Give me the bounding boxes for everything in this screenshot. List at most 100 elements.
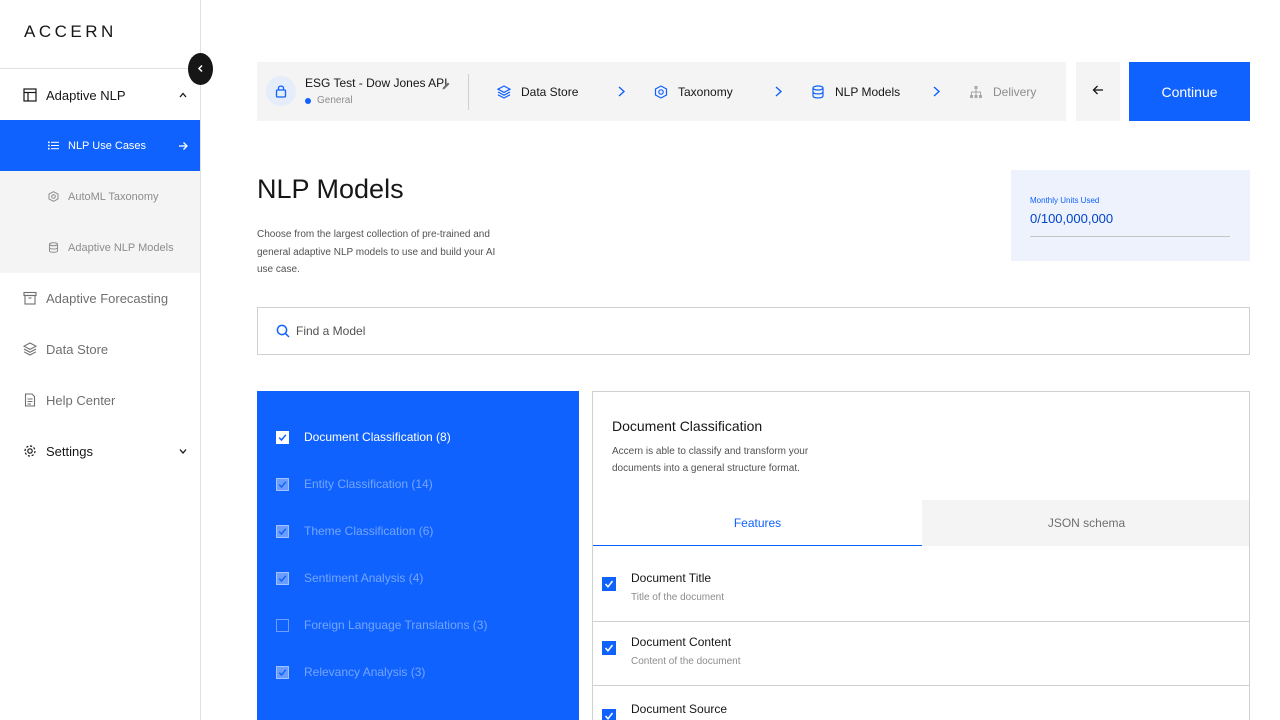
search-input[interactable] — [296, 308, 1196, 354]
back-button[interactable] — [1076, 62, 1120, 121]
hierarchy-icon — [969, 85, 983, 99]
model-item-label: Theme Classification (6) — [304, 524, 434, 538]
divider — [0, 68, 200, 69]
chevron-right-icon — [775, 86, 783, 97]
layers-icon — [23, 342, 37, 356]
sidebar-item-help-center[interactable]: Help Center — [0, 375, 200, 425]
tab-json-schema[interactable]: JSON schema — [922, 500, 1249, 546]
step-nlp-models[interactable]: NLP Models — [811, 62, 900, 121]
checkbox[interactable] — [276, 477, 289, 491]
model-category-list: Document Classification (8) Entity Class… — [257, 391, 579, 720]
sidebar-item-adaptive-nlp[interactable]: Adaptive NLP — [0, 70, 200, 120]
detail-title: Document Classification — [612, 418, 763, 434]
sidebar-item-label: Help Center — [46, 392, 116, 408]
document-icon — [23, 393, 37, 407]
model-item-label: Relevancy Analysis (3) — [304, 665, 426, 679]
step-label: Delivery — [993, 84, 1037, 99]
step-delivery[interactable]: Delivery — [969, 62, 1036, 121]
page-title: NLP Models — [257, 174, 404, 204]
feature-row: Document Source — [593, 686, 1249, 720]
sidebar-subnav: NLP Use Cases AutoML Taxonomy Adaptive N… — [0, 120, 200, 273]
continue-button[interactable]: Continue — [1129, 62, 1250, 121]
chevron-right-icon — [618, 86, 626, 97]
sidebar-subitem-label: Adaptive NLP Models — [68, 241, 174, 254]
lock-icon — [266, 76, 296, 106]
divider — [468, 74, 469, 110]
status-dot — [305, 97, 311, 104]
detail-tabs: Features JSON schema — [593, 500, 1249, 546]
sidebar-subitem-label: AutoML Taxonomy — [68, 190, 159, 203]
feature-name: Document Title — [631, 571, 712, 585]
project-tag-label: General — [317, 95, 353, 106]
sidebar-item-settings[interactable]: Settings — [0, 426, 200, 476]
project-tag: General — [305, 95, 353, 106]
list-icon — [48, 140, 59, 151]
feature-description: Content of the document — [631, 656, 741, 667]
model-item-label: Document Classification (8) — [304, 430, 451, 444]
model-item-relevancy-analysis[interactable]: Relevancy Analysis (3) — [257, 652, 579, 692]
sidebar-item-adaptive-forecasting[interactable]: Adaptive Forecasting — [0, 273, 200, 323]
step-label: Data Store — [521, 84, 579, 99]
chevron-right-icon — [933, 86, 941, 97]
sidebar-item-label: Adaptive NLP — [46, 87, 126, 103]
feature-name: Document Content — [631, 635, 732, 649]
arrow-right-icon — [178, 141, 188, 151]
page-description: Choose from the largest collection of pr… — [257, 229, 496, 275]
sidebar-item-label: Data Store — [46, 341, 109, 357]
project-progress-bar: ESG Test - Dow Jones API General Data St… — [257, 62, 1066, 121]
model-item-sentiment-analysis[interactable]: Sentiment Analysis (4) — [257, 558, 579, 598]
model-item-document-classification[interactable]: Document Classification (8) — [257, 417, 579, 457]
checkbox[interactable] — [276, 665, 289, 679]
checkbox[interactable] — [276, 618, 289, 632]
sidebar-subitem-adaptive-nlp-models[interactable]: Adaptive NLP Models — [0, 222, 200, 273]
hexagon-icon — [48, 191, 59, 202]
layers-icon — [497, 84, 511, 99]
search-icon — [276, 324, 290, 338]
step-taxonomy[interactable]: Taxonomy — [654, 62, 733, 121]
sidebar-item-data-store[interactable]: Data Store — [0, 324, 200, 374]
sidebar-item-label: Settings — [46, 443, 93, 459]
step-data-store[interactable]: Data Store — [497, 62, 578, 121]
model-item-label: Sentiment Analysis (4) — [304, 571, 424, 585]
sidebar-item-label: Adaptive Forecasting — [46, 290, 169, 306]
feature-row: Document Title Title of the document — [593, 558, 1249, 622]
sidebar-subitem-label: NLP Use Cases — [68, 139, 147, 152]
pencil-icon[interactable] — [441, 78, 451, 90]
accern-logo[interactable]: ACCERN — [24, 22, 117, 42]
model-item-theme-classification[interactable]: Theme Classification (6) — [257, 511, 579, 551]
checkbox[interactable] — [276, 430, 289, 444]
collapse-sidebar-button[interactable] — [188, 53, 213, 85]
chevron-up-icon — [178, 90, 188, 100]
detail-description: Accern is able to classify and transform… — [612, 446, 809, 474]
sidebar-subitem-automl-taxonomy[interactable]: AutoML Taxonomy — [0, 171, 200, 222]
monthly-units-card: Monthly Units Used 0/100,000,000 — [1011, 170, 1250, 261]
checkbox[interactable] — [276, 524, 289, 538]
chevron-down-icon — [178, 446, 188, 456]
model-item-label: Entity Classification (14) — [304, 477, 433, 491]
feature-row: Document Content Content of the document — [593, 622, 1249, 686]
feature-name: Document Source — [631, 702, 728, 716]
database-icon — [811, 84, 825, 99]
checkbox[interactable] — [602, 577, 616, 591]
checkbox[interactable] — [602, 709, 616, 720]
archive-icon — [23, 291, 37, 305]
model-item-foreign-language-translations[interactable]: Foreign Language Translations (3) — [257, 605, 579, 645]
tab-features[interactable]: Features — [593, 500, 922, 546]
chevron-left-icon — [196, 60, 205, 78]
sidebar-subitem-nlp-use-cases[interactable]: NLP Use Cases — [0, 120, 200, 171]
step-label: NLP Models — [835, 84, 901, 99]
divider — [1030, 236, 1230, 237]
checkbox[interactable] — [602, 641, 616, 655]
model-item-entity-classification[interactable]: Entity Classification (14) — [257, 464, 579, 504]
checkbox[interactable] — [276, 571, 289, 585]
units-label: Monthly Units Used — [1030, 196, 1100, 205]
model-item-label: Foreign Language Translations (3) — [304, 618, 488, 632]
step-label: Taxonomy — [678, 84, 733, 99]
sidebar: ACCERN Adaptive NLP NLP Use Cases AutoML… — [0, 0, 201, 720]
search-box — [257, 307, 1250, 355]
model-detail-panel: Document Classification Accern is able t… — [592, 391, 1250, 720]
project-name: ESG Test - Dow Jones API — [305, 76, 448, 90]
hexagon-icon — [654, 84, 668, 99]
gear-icon — [23, 444, 37, 458]
layout-icon — [23, 88, 37, 102]
